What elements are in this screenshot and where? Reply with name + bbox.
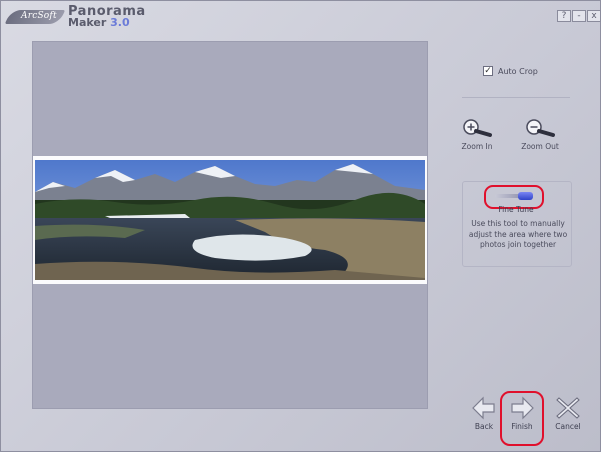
zoom-in-label: Zoom In (461, 142, 493, 151)
close-button[interactable]: x (587, 10, 601, 22)
app-name-maker: Maker 3.0 (68, 16, 130, 29)
zoom-in-icon (463, 119, 492, 137)
zoom-out-button[interactable]: Zoom Out (515, 118, 565, 151)
panorama-strip (33, 156, 427, 284)
app-version: 3.0 (110, 16, 130, 29)
cancel-label: Cancel (555, 422, 581, 431)
preview-canvas[interactable] (32, 41, 428, 409)
fine-tune-label: Fine Tune (498, 205, 534, 214)
panorama-image[interactable] (35, 160, 425, 280)
auto-crop-label: Auto Crop (498, 66, 538, 76)
fine-tune-panel: Fine Tune Use this tool to manually adju… (462, 181, 572, 267)
fine-tune-button[interactable]: Fine Tune (484, 185, 548, 214)
zoom-out-label: Zoom Out (521, 142, 559, 151)
zoom-out-icon (526, 119, 555, 137)
arrow-left-icon (472, 396, 495, 420)
back-button[interactable]: Back (466, 396, 502, 431)
fine-tune-description: Use this tool to manually adjust the are… (468, 219, 568, 249)
slider-knob-icon (518, 192, 533, 200)
back-label: Back (474, 422, 494, 431)
minimize-button[interactable]: - (572, 10, 586, 22)
finish-highlight-oval (500, 391, 544, 446)
brand-name: ArcSoft (21, 11, 57, 21)
auto-crop-option[interactable]: ✓ Auto Crop (483, 66, 538, 76)
app-name-line2: Maker (68, 16, 107, 29)
cancel-button[interactable]: Cancel (550, 396, 586, 431)
window-controls: ? - x (557, 10, 601, 22)
title-bar: ArcSoft Panorama Maker 3.0 ? - x (0, 0, 601, 34)
zoom-in-button[interactable]: Zoom In (452, 118, 502, 151)
help-button[interactable]: ? (557, 10, 571, 22)
divider (462, 97, 570, 98)
cancel-x-icon (556, 397, 580, 419)
auto-crop-checkbox[interactable]: ✓ (483, 66, 493, 76)
